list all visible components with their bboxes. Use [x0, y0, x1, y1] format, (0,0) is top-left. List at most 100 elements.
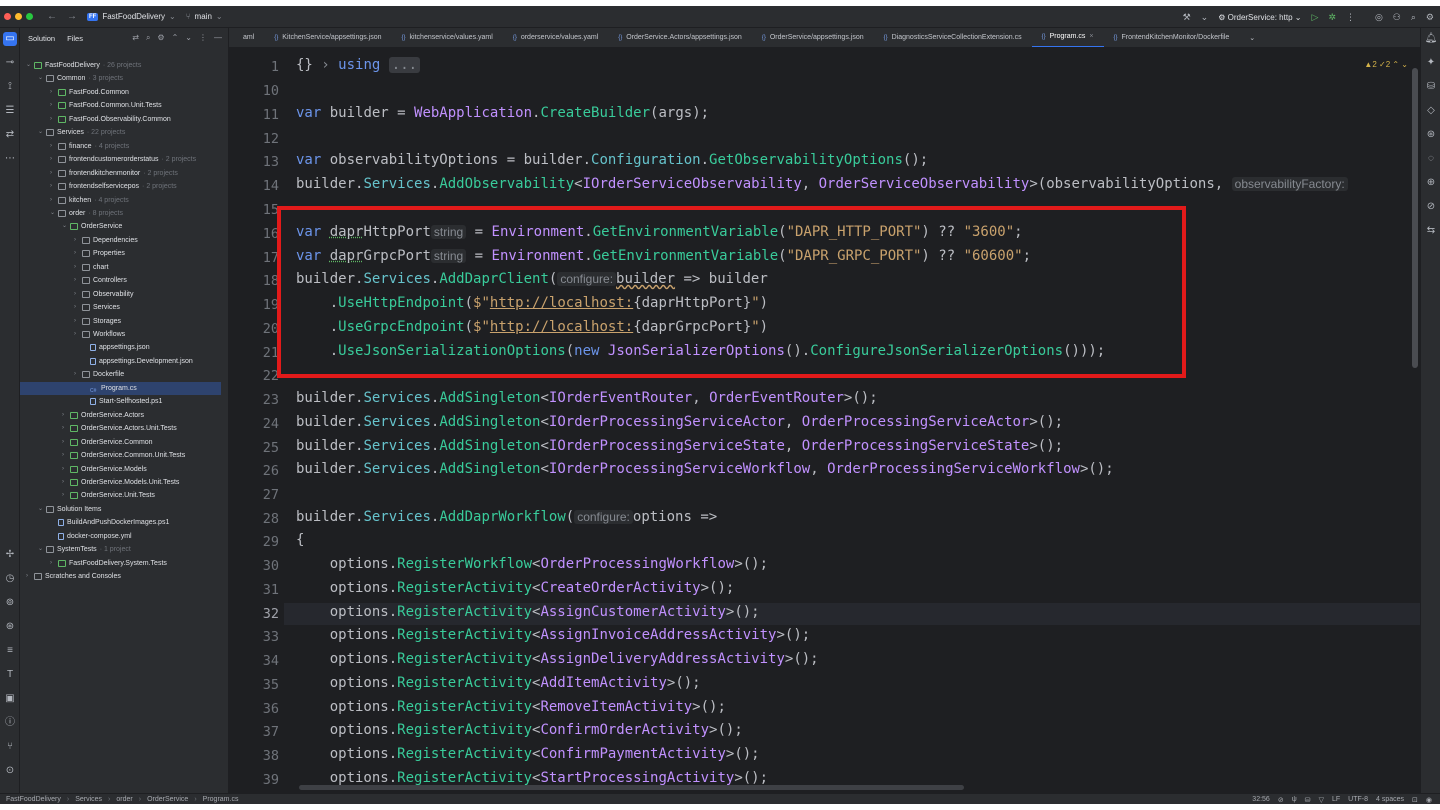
tree-item[interactable]: › Storages: [20, 315, 221, 328]
dependencies-icon[interactable]: ⊛: [1424, 128, 1438, 142]
git-icon[interactable]: ⑂: [3, 740, 17, 754]
ai-icon[interactable]: ✦: [1424, 56, 1438, 70]
chevron-right-icon[interactable]: ›: [62, 436, 70, 449]
tree-item[interactable]: › FastFoodDelivery.System.Tests: [20, 557, 221, 570]
tree-item[interactable]: ⌄ Solution Items: [20, 503, 221, 516]
more-tools-icon[interactable]: ⋯: [3, 152, 17, 166]
unit-tests-icon[interactable]: ⊘: [1424, 200, 1438, 214]
chevron-right-icon[interactable]: ›: [62, 476, 70, 489]
chevron-right-icon[interactable]: ›: [50, 99, 58, 112]
tree-item[interactable]: › OrderService.Unit.Tests: [20, 489, 221, 502]
chevron-right-icon[interactable]: ›: [74, 315, 82, 328]
chevron-right-icon[interactable]: ›: [74, 328, 82, 341]
plugins-icon[interactable]: ✢: [3, 548, 17, 562]
tree-item[interactable]: › chart: [20, 261, 221, 274]
chevron-right-icon[interactable]: ›: [50, 194, 58, 207]
chevron-right-icon[interactable]: ›: [50, 167, 58, 180]
folded-imports[interactable]: ...: [388, 57, 421, 73]
tree-item[interactable]: › finance · 4 projects: [20, 140, 221, 153]
run-icon[interactable]: ▷: [1311, 12, 1318, 23]
chevron-down-icon[interactable]: ⌄: [62, 220, 70, 233]
problems-icon[interactable]: ⊛: [3, 620, 17, 634]
breadcrumb-item[interactable]: Services: [75, 796, 102, 803]
project-view-icon[interactable]: ▭: [3, 32, 17, 46]
chevron-right-icon[interactable]: ›: [74, 288, 82, 301]
branch-switcher[interactable]: ⑂ main ⌄: [186, 12, 223, 21]
chevron-right-icon[interactable]: ›: [50, 557, 58, 570]
add-user-icon[interactable]: ⚇: [1393, 12, 1401, 23]
editor-tab[interactable]: aml: [229, 28, 264, 47]
chevron-down-icon[interactable]: ⌄: [1201, 12, 1209, 23]
tree-item[interactable]: ⌄ Common · 3 projects: [20, 72, 221, 85]
chevron-right-icon[interactable]: ›: [62, 422, 70, 435]
inspection-widget[interactable]: ▲2 ✓2 ⌃ ⌄: [1364, 60, 1408, 69]
database-status-icon[interactable]: ⛁: [1305, 796, 1311, 804]
run-config-selector[interactable]: ⚙ OrderService: http ⌄: [1218, 13, 1301, 22]
chevron-right-icon[interactable]: ›: [50, 113, 58, 126]
tab-files[interactable]: Files: [67, 34, 83, 43]
chevron-right-icon[interactable]: ›: [74, 301, 82, 314]
commit-icon[interactable]: ⊸: [3, 56, 17, 70]
maximize-window-button[interactable]: [26, 13, 33, 20]
chevron-right-icon[interactable]: ›: [50, 140, 58, 153]
tab-solution[interactable]: Solution: [28, 34, 55, 43]
horizontal-scrollbar[interactable]: [299, 785, 964, 790]
tree-item[interactable]: › OrderService.Models: [20, 463, 221, 476]
tree-item[interactable]: › Scratches and Consoles: [20, 570, 221, 583]
chevron-down-icon[interactable]: ⌄: [38, 72, 46, 85]
tree-item[interactable]: › Dependencies: [20, 234, 221, 247]
chevron-right-icon[interactable]: ›: [62, 449, 70, 462]
tree-item[interactable]: appsettings.json: [20, 341, 221, 354]
forward-arrow-icon[interactable]: →: [67, 11, 77, 22]
gradle-icon[interactable]: ◇: [1424, 104, 1438, 118]
debug-icon[interactable]: ✲: [1328, 12, 1336, 23]
tree-item[interactable]: › OrderService.Actors.Unit.Tests: [20, 422, 221, 435]
settings-icon[interactable]: ⚙: [157, 33, 164, 43]
tree-item[interactable]: › kitchen · 4 projects: [20, 194, 221, 207]
editor-tab[interactable]: {} OrderService.Actors/appsettings.json: [608, 28, 752, 47]
inspection-status-icon[interactable]: ⊘: [1278, 796, 1284, 804]
endpoints-icon[interactable]: ⇄: [3, 128, 17, 142]
tree-item[interactable]: › FastFood.Common.Unit.Tests: [20, 99, 221, 112]
options-icon[interactable]: ⋮: [199, 33, 207, 43]
tree-item[interactable]: ⌄ SystemTests · 1 project: [20, 543, 221, 556]
editor-tab[interactable]: {} kitchenservice/values.yaml: [392, 28, 503, 47]
breadcrumb-item[interactable]: order: [116, 796, 132, 803]
notifications-icon[interactable]: ◉: [1426, 796, 1432, 804]
tree-item[interactable]: › Observability: [20, 288, 221, 301]
chevron-right-icon[interactable]: ›: [74, 234, 82, 247]
fold-braces-icon[interactable]: {}: [296, 57, 313, 73]
indent-setting[interactable]: 4 spaces: [1376, 796, 1404, 803]
tree-item[interactable]: › frontendcustomerorderstatus · 2 projects: [20, 153, 221, 166]
more-actions-icon[interactable]: ⋮: [1346, 12, 1355, 23]
back-arrow-icon[interactable]: ←: [47, 11, 57, 22]
breadcrumb-item[interactable]: Program.cs: [203, 796, 239, 803]
hide-icon[interactable]: —: [214, 33, 222, 43]
project-switcher[interactable]: FF FastFoodDelivery ⌄: [87, 12, 176, 21]
editor-tab[interactable]: {} DiagnosticsServiceCollectionExtension.…: [874, 28, 1032, 47]
close-tab-icon[interactable]: ×: [1089, 33, 1093, 40]
tree-item[interactable]: BuildAndPushDockerImages.ps1: [20, 516, 221, 529]
tree-item[interactable]: › OrderService.Common: [20, 436, 221, 449]
chevron-right-icon[interactable]: ›: [62, 489, 70, 502]
line-ending[interactable]: LF: [1332, 796, 1340, 803]
search-icon[interactable]: ⌕: [146, 33, 150, 43]
chevron-down-icon[interactable]: ⌄: [38, 126, 46, 139]
file-encoding[interactable]: UTF-8: [1348, 796, 1368, 803]
close-window-button[interactable]: [4, 13, 11, 20]
tree-item[interactable]: › OrderService.Common.Unit.Tests: [20, 449, 221, 462]
chevron-down-icon[interactable]: ⌄: [26, 59, 34, 72]
breadcrumb-item[interactable]: FastFoodDelivery: [6, 796, 61, 803]
pull-requests-icon[interactable]: ⟟: [3, 80, 17, 94]
search-icon[interactable]: ⌕: [1411, 12, 1416, 23]
tree-item[interactable]: › frontendkitchenmonitor · 2 projects: [20, 167, 221, 180]
tree-item[interactable]: ⌄ Services · 22 projects: [20, 126, 221, 139]
build-tool-icon[interactable]: ⚒: [1183, 12, 1191, 23]
chevron-right-icon[interactable]: ›: [74, 368, 82, 381]
tree-item[interactable]: ⌄ FastFoodDelivery · 26 projects: [20, 59, 221, 72]
tree-item[interactable]: docker-compose.yml: [20, 530, 221, 543]
chevron-right-icon[interactable]: ›: [50, 86, 58, 99]
chevron-right-icon[interactable]: ›: [62, 463, 70, 476]
editor-tab[interactable]: {} orderservice/values.yaml: [503, 28, 608, 47]
chevron-down-icon[interactable]: ⌄: [50, 207, 58, 220]
